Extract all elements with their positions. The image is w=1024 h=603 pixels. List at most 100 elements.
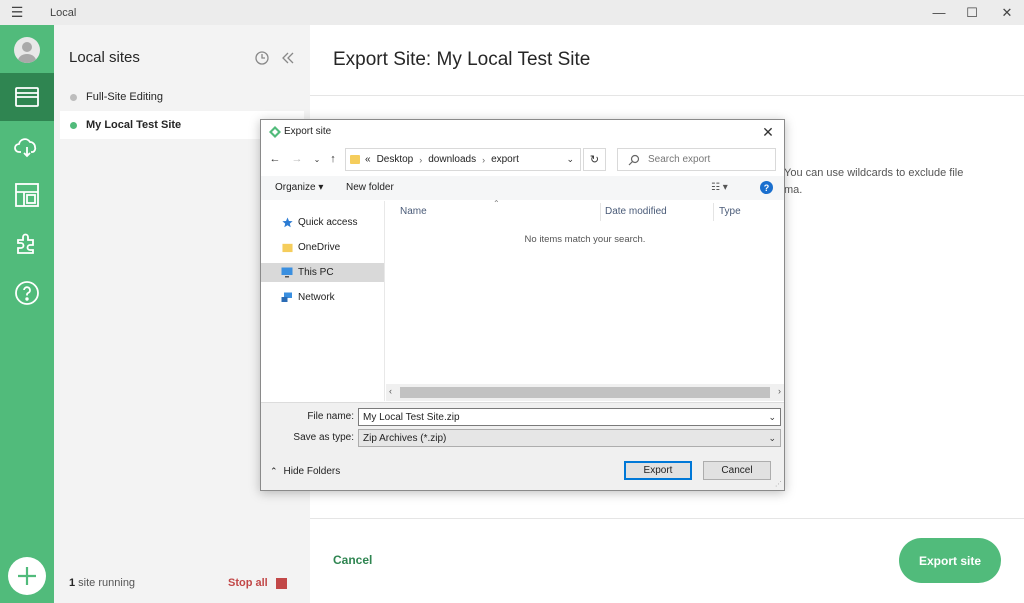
view-options-icon[interactable]: ☷ ▾ [711,182,728,193]
add-site-button[interactable] [8,557,46,595]
back-arrow-icon[interactable]: ← [267,151,283,167]
avatar[interactable] [14,37,40,63]
site-item-full-site-editing[interactable]: Full-Site Editing [60,83,304,111]
hide-folders-button[interactable]: ⌃ Hide Folders [270,466,340,477]
search-placeholder: Search export [648,154,711,165]
export-button[interactable]: Export [624,461,692,480]
divider [310,518,1024,519]
chevron-up-icon: ⌃ [270,466,278,476]
cancel-link[interactable]: Cancel [333,553,372,567]
chevron-right-icon: › [482,154,486,165]
app-title: Local [50,6,77,19]
nav-item-this-pc[interactable]: This PC [261,263,384,282]
address-bar[interactable]: « Desktop › downloads › export ⌄ [345,148,581,171]
page-title: Export Site: My Local Test Site [333,49,591,70]
folder-icon [281,242,293,254]
export-site-button[interactable]: Export site [899,538,1001,583]
file-name-label: File name: [307,411,354,422]
save-type-select[interactable]: Zip Archives (*.zip) ⌄ [358,429,781,447]
column-date-modified[interactable]: Date modified [605,206,667,217]
chevron-right-icon: › [419,154,423,165]
site-label: My Local Test Site [86,119,182,131]
folder-icon [350,155,360,164]
close-window-icon[interactable]: ✕ [990,0,1024,25]
scrollbar-thumb[interactable] [400,387,770,398]
local-logo-icon [269,126,281,138]
save-type-label: Save as type: [293,432,354,443]
breadcrumb-desktop[interactable]: Desktop [377,154,414,165]
blueprints-icon[interactable] [0,171,54,219]
star-icon [281,217,293,229]
column-type[interactable]: Type [719,206,741,217]
column-separator[interactable] [713,203,714,221]
resize-grip-icon[interactable]: ⋰ [775,480,782,488]
hide-folders-label: Hide Folders [283,466,341,477]
stop-all-button[interactable]: Stop all [228,577,287,589]
file-name-value: My Local Test Site.zip [363,411,460,423]
left-rail [0,25,54,603]
dialog-toolbar: Organize ▾ New folder ☷ ▾ ? [261,176,784,200]
file-list-header: ⌃ Name Date modified Type [386,199,784,221]
breadcrumb-downloads[interactable]: downloads [428,154,476,165]
monitor-icon [281,267,293,279]
empty-message: No items match your search. [524,234,646,245]
column-separator[interactable] [600,203,601,221]
cancel-button[interactable]: Cancel [703,461,771,480]
sort-ascending-icon: ⌃ [493,199,500,208]
chevron-down-icon[interactable]: ⌄ [768,412,776,423]
save-type-value: Zip Archives (*.zip) [363,432,447,444]
cloud-hosting-icon[interactable] [0,123,54,171]
forward-arrow-icon[interactable]: → [289,151,305,167]
help-icon[interactable]: ? [760,181,773,194]
chevron-down-icon[interactable]: ⌄ [768,433,776,444]
file-list: ⌃ Name Date modified Type No items match… [386,199,784,401]
divider [310,95,1024,96]
address-row: ← → ⌄ ↑ « Desktop › downloads › export ⌄… [261,147,784,173]
site-status-dot [70,93,77,101]
collapse-sidebar-icon[interactable] [280,50,296,66]
nav-label: Network [298,292,335,303]
nav-item-quick-access[interactable]: Quick access [261,213,384,232]
scroll-left-icon[interactable]: ‹ [389,386,392,396]
nav-item-network[interactable]: Network [261,288,384,307]
dialog-title-bar: Export site ✕ [261,120,784,144]
network-icon [281,292,293,304]
title-bar: ☰ Local — ☐ ✕ [0,0,1024,25]
site-label: Full-Site Editing [86,91,164,103]
breadcrumb-export[interactable]: export [491,154,519,165]
maximize-icon[interactable]: ☐ [955,0,989,25]
sites-heading: Local sites [69,49,140,66]
search-input[interactable]: Search export [617,148,776,171]
dialog-close-icon[interactable]: ✕ [758,122,778,142]
search-icon [628,154,640,165]
refresh-icon[interactable]: ↻ [583,148,606,171]
site-status-dot [70,121,77,129]
nav-label: Quick access [298,217,358,228]
hamburger-menu-icon[interactable]: ☰ [0,0,34,25]
add-ons-icon[interactable] [0,219,54,267]
chevron-down-icon[interactable]: ⌄ [566,154,574,165]
history-icon[interactable] [254,50,270,66]
breadcrumb-overflow[interactable]: « [365,154,371,165]
nav-label: OneDrive [298,242,341,253]
save-options: File name: My Local Test Site.zip ⌄ Save… [261,402,784,490]
organize-menu[interactable]: Organize ▾ [275,182,323,193]
export-site-dialog: Export site ✕ ← → ⌄ ↑ « Desktop › downlo… [260,119,785,491]
recent-locations-icon[interactable]: ⌄ [309,151,325,167]
scroll-right-icon[interactable]: › [778,386,781,396]
sites-running-count: 1 site running [69,577,136,589]
horizontal-scrollbar[interactable]: ‹ › [386,384,784,401]
navigation-pane: Quick access OneDrive This PC Network [261,201,385,401]
sites-footer: 1 site running Stop all [54,573,310,593]
minimize-icon[interactable]: — [922,0,956,25]
stop-icon [275,577,287,589]
new-folder-button[interactable]: New folder [346,182,394,193]
exclude-help-text: You can use wildcards to exclude file ma. [784,167,964,196]
nav-item-onedrive[interactable]: OneDrive [261,238,384,257]
help-icon[interactable] [0,269,54,317]
nav-label: This PC [298,267,334,278]
file-name-field[interactable]: My Local Test Site.zip ⌄ [358,408,781,426]
column-name[interactable]: Name [400,206,427,217]
up-arrow-icon[interactable]: ↑ [325,151,341,167]
local-sites-icon[interactable] [0,73,54,121]
